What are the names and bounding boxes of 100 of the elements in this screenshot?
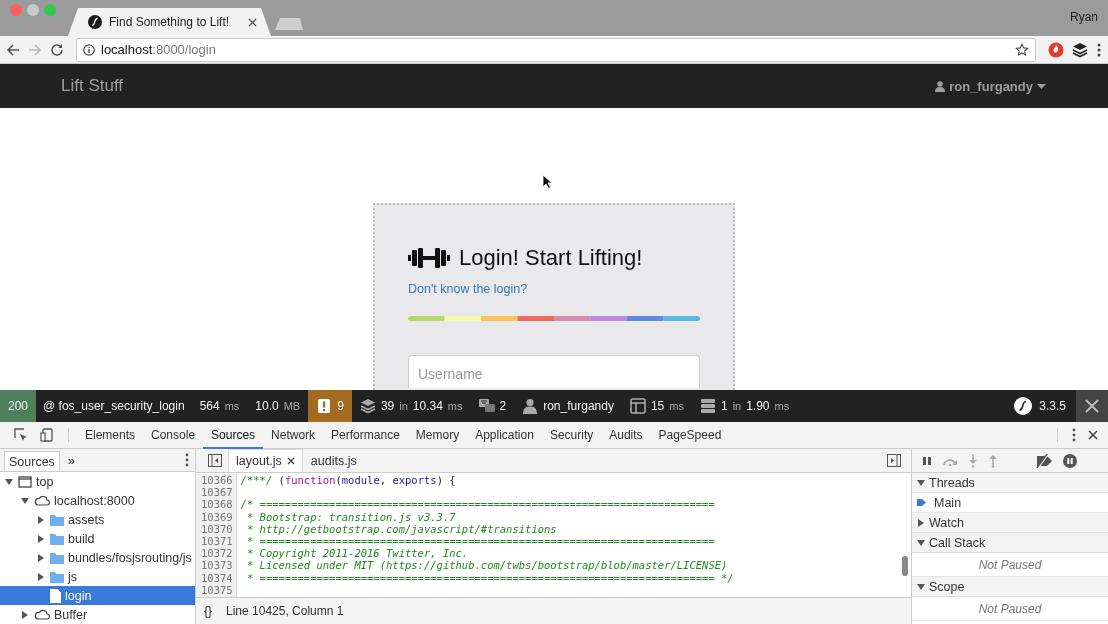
status-code[interactable]: 200	[8, 399, 29, 413]
device-toolbar-icon[interactable]	[40, 428, 54, 442]
code-line: * Licensed under MIT (https://github.com/twbs/bootstrap/blob/master/LICENSE)	[245, 559, 728, 572]
collapsed-arrow-icon[interactable]	[21, 610, 29, 619]
devtools-tab[interactable]: PageSpeed	[650, 422, 730, 449]
collapsed-arrow-icon[interactable]	[37, 572, 45, 581]
devtools-tab[interactable]: Audits	[601, 422, 651, 449]
user-icon	[935, 80, 946, 92]
navigator-tab[interactable]: Sources	[4, 451, 60, 471]
tree-item[interactable]: top	[0, 472, 195, 491]
pretty-print-button[interactable]: {}	[204, 604, 212, 618]
close-tab-icon[interactable]	[248, 17, 257, 27]
devtools-tab[interactable]: Memory	[407, 422, 468, 449]
tree-item[interactable]: localhost:8000	[0, 491, 195, 510]
more-options-icon[interactable]	[185, 453, 189, 467]
metric-value[interactable]: 564	[199, 399, 220, 413]
expanded-arrow-icon[interactable]	[21, 496, 29, 505]
collapsed-arrow-icon[interactable]	[37, 534, 45, 543]
metric-unit[interactable]: MB	[283, 400, 301, 412]
metric-value[interactable]: 1.90	[746, 399, 770, 413]
expanded-arrow-icon[interactable]	[917, 478, 925, 487]
devtools-tab[interactable]: Elements	[77, 422, 144, 449]
tree-item[interactable]: bundles/fosjsrouting/js	[0, 548, 195, 567]
route-name[interactable]: @ fos_user_security_login	[43, 399, 185, 413]
section-header[interactable]: Watch	[912, 513, 1108, 533]
folder-icon	[50, 532, 64, 545]
version-label[interactable]: 3.3.5	[1039, 399, 1066, 413]
user-name[interactable]: ron_furgandy	[543, 399, 614, 413]
editor-tab[interactable]: layout.js	[228, 449, 303, 472]
collapsed-arrow-icon[interactable]	[917, 518, 925, 527]
help-link[interactable]: Don't know the login?	[408, 282, 528, 296]
metric-value[interactable]: 39	[380, 399, 395, 413]
expanded-arrow-icon[interactable]	[5, 477, 13, 486]
profiler-panel[interactable]: 200	[0, 390, 37, 422]
close-toolbar-button[interactable]	[1076, 390, 1108, 422]
tree-item[interactable]: Buffer	[0, 605, 195, 624]
username-field[interactable]: Username	[408, 355, 700, 388]
metric-unit[interactable]: ms	[774, 400, 790, 412]
editor-tab[interactable]: audits.js	[302, 449, 365, 472]
profile-name[interactable]: Ryan	[1070, 10, 1098, 24]
inspect-element-icon[interactable]	[14, 428, 28, 442]
address-bar[interactable]: localhost:8000/login	[76, 37, 1036, 62]
metric-unit[interactable]: ms	[224, 400, 240, 412]
browser-tab[interactable]: Find Something to Lift!	[68, 8, 271, 36]
tree-item[interactable]: js	[0, 567, 195, 586]
close-icon	[1085, 399, 1099, 413]
devtools-tab[interactable]: Network	[263, 422, 324, 449]
menu-icon[interactable]	[1096, 41, 1102, 58]
tree-item-label: js	[68, 569, 78, 584]
devtools-tab[interactable]: Performance	[323, 422, 408, 449]
scrollbar-thumb[interactable]	[902, 556, 908, 576]
metric-value[interactable]: 1	[720, 399, 728, 413]
layers-icon[interactable]	[1072, 41, 1088, 58]
metric-value[interactable]: 15	[650, 399, 665, 413]
metric-unit[interactable]: in	[399, 400, 408, 412]
collapsed-arrow-icon[interactable]	[37, 515, 45, 524]
devtools-tab[interactable]: Application	[467, 422, 542, 449]
section-header[interactable]: Scope	[912, 577, 1108, 597]
tab-title: Find Something to Lift!	[109, 15, 231, 29]
metric-value[interactable]: 2	[499, 399, 507, 413]
tree-item[interactable]: assets	[0, 510, 195, 529]
user-menu[interactable]: ron_furgandy	[935, 78, 1046, 94]
toggle-navigator-icon[interactable]	[208, 454, 222, 467]
devtools-tab[interactable]: Security	[541, 422, 602, 449]
metric-unit[interactable]: in	[732, 400, 742, 412]
pause-on-exceptions-icon[interactable]	[1063, 453, 1077, 468]
expanded-arrow-icon[interactable]	[917, 538, 925, 547]
section-header[interactable]: Threads	[912, 473, 1108, 493]
metric-unit[interactable]: ms	[447, 400, 463, 412]
section-header[interactable]: Call Stack	[912, 533, 1108, 553]
close-tab-icon[interactable]	[286, 457, 295, 465]
pause-icon[interactable]	[922, 455, 932, 466]
bookmark-star-icon[interactable]	[1015, 42, 1029, 57]
expanded-arrow-icon[interactable]	[917, 582, 925, 591]
back-icon[interactable]	[6, 42, 20, 57]
metric-value[interactable]: 10.0	[255, 399, 279, 413]
line-number: 10368	[201, 498, 233, 511]
brand-link[interactable]: Lift Stuff	[61, 76, 124, 96]
metric-unit[interactable]: ms	[669, 400, 684, 412]
tree-item-label: assets	[68, 512, 105, 527]
metric-value[interactable]: 9	[337, 399, 344, 413]
folder-icon	[50, 551, 64, 564]
tree-item[interactable]: build	[0, 529, 195, 548]
metric-value[interactable]: 10.34	[412, 399, 443, 413]
line-number: 10367	[201, 486, 233, 499]
profiler-panel[interactable]: 9	[308, 390, 352, 422]
close-icon[interactable]	[1088, 430, 1098, 440]
reload-icon[interactable]	[50, 42, 64, 57]
cloud-icon	[34, 609, 50, 620]
layout-icon	[629, 398, 646, 414]
toggle-debugger-icon[interactable]	[887, 454, 901, 467]
cursor-position: Line 10425, Column 1	[226, 604, 344, 618]
code-line: * http://getbootstrap.com/javascript/#transitions	[245, 522, 557, 535]
devtools-tab[interactable]: Console	[143, 422, 204, 449]
more-tabs-button[interactable]: »	[59, 449, 84, 471]
more-options-icon[interactable]	[1072, 428, 1076, 442]
collapsed-arrow-icon[interactable]	[37, 553, 45, 562]
tree-item[interactable]: login	[0, 586, 195, 605]
deactivate-breakpoints-icon[interactable]	[1035, 453, 1053, 468]
extension-icon[interactable]	[1048, 41, 1064, 58]
